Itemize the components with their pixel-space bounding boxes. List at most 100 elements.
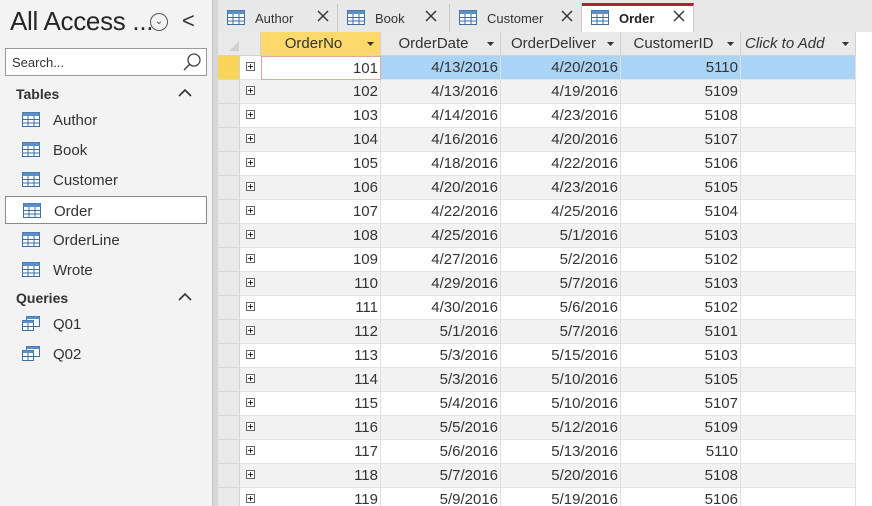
- dropdown-arrow-icon[interactable]: [842, 42, 849, 46]
- table-cell[interactable]: 103: [261, 104, 381, 128]
- table-cell[interactable]: 5/13/2016: [501, 440, 621, 464]
- column-header-orderdate[interactable]: OrderDate: [381, 32, 501, 56]
- click-to-add-cell[interactable]: [741, 440, 856, 464]
- select-all-button[interactable]: [218, 32, 261, 56]
- table-cell[interactable]: 5106: [621, 488, 741, 506]
- click-to-add-cell[interactable]: [741, 272, 856, 296]
- table-cell[interactable]: 107: [261, 200, 381, 224]
- table-cell[interactable]: 113: [261, 344, 381, 368]
- click-to-add-cell[interactable]: [741, 200, 856, 224]
- table-cell[interactable]: 5105: [621, 368, 741, 392]
- table-cell[interactable]: 106: [261, 176, 381, 200]
- expand-plus-icon[interactable]: [246, 230, 255, 239]
- click-to-add-cell[interactable]: [741, 248, 856, 272]
- table-row[interactable]: 112 5/1/2016 5/7/2016 5101: [218, 320, 856, 344]
- column-header-customerid[interactable]: CustomerID: [621, 32, 741, 56]
- row-selector[interactable]: [218, 176, 240, 200]
- row-selector[interactable]: [218, 368, 240, 392]
- expand-plus-icon[interactable]: [246, 206, 255, 215]
- nav-item-q02[interactable]: Q02: [5, 340, 207, 368]
- table-cell[interactable]: 5/12/2016: [501, 416, 621, 440]
- table-cell[interactable]: 5/6/2016: [501, 296, 621, 320]
- table-row[interactable]: 102 4/13/2016 4/19/2016 5109: [218, 80, 856, 104]
- row-selector[interactable]: [218, 464, 240, 488]
- table-cell[interactable]: 4/13/2016: [381, 56, 501, 80]
- table-cell[interactable]: 4/14/2016: [381, 104, 501, 128]
- table-cell[interactable]: 4/29/2016: [381, 272, 501, 296]
- nav-item-customer[interactable]: Customer: [5, 166, 207, 194]
- chevron-up-icon[interactable]: [178, 88, 192, 98]
- table-cell[interactable]: 5/1/2016: [501, 224, 621, 248]
- expand-plus-icon[interactable]: [246, 254, 255, 263]
- table-cell[interactable]: 112: [261, 320, 381, 344]
- column-header-orderdeliver[interactable]: OrderDeliver: [501, 32, 621, 56]
- row-selector[interactable]: [218, 344, 240, 368]
- row-selector[interactable]: [218, 416, 240, 440]
- table-cell[interactable]: 5103: [621, 272, 741, 296]
- table-cell[interactable]: 110: [261, 272, 381, 296]
- table-cell[interactable]: 5107: [621, 128, 741, 152]
- table-cell[interactable]: 5/10/2016: [501, 368, 621, 392]
- table-cell[interactable]: 5/2/2016: [501, 248, 621, 272]
- table-cell[interactable]: 5101: [621, 320, 741, 344]
- table-row[interactable]: 101 4/13/2016 4/20/2016 5110: [218, 56, 856, 80]
- dropdown-arrow-icon[interactable]: [607, 42, 614, 46]
- close-icon[interactable]: [424, 9, 438, 23]
- table-cell[interactable]: 4/27/2016: [381, 248, 501, 272]
- table-cell[interactable]: 5108: [621, 104, 741, 128]
- table-cell[interactable]: 5110: [621, 440, 741, 464]
- row-selector[interactable]: [218, 248, 240, 272]
- table-row[interactable]: 109 4/27/2016 5/2/2016 5102: [218, 248, 856, 272]
- row-selector[interactable]: [218, 80, 240, 104]
- table-cell[interactable]: 4/20/2016: [501, 128, 621, 152]
- table-cell[interactable]: 5102: [621, 248, 741, 272]
- table-cell[interactable]: 4/30/2016: [381, 296, 501, 320]
- table-row[interactable]: 110 4/29/2016 5/7/2016 5103: [218, 272, 856, 296]
- expand-plus-icon[interactable]: [246, 62, 255, 71]
- table-cell[interactable]: 4/16/2016: [381, 128, 501, 152]
- dropdown-arrow-icon[interactable]: [727, 42, 734, 46]
- tab-customer[interactable]: Customer: [450, 4, 582, 32]
- table-row[interactable]: 106 4/20/2016 4/23/2016 5105: [218, 176, 856, 200]
- table-cell[interactable]: 5/15/2016: [501, 344, 621, 368]
- column-header-click-to-add[interactable]: Click to Add: [741, 32, 856, 56]
- table-cell[interactable]: 5109: [621, 416, 741, 440]
- row-selector[interactable]: [218, 128, 240, 152]
- table-cell[interactable]: 5/6/2016: [381, 440, 501, 464]
- table-cell[interactable]: 5/3/2016: [381, 344, 501, 368]
- click-to-add-cell[interactable]: [741, 176, 856, 200]
- table-cell[interactable]: 5103: [621, 224, 741, 248]
- search-input[interactable]: [12, 53, 172, 71]
- table-cell[interactable]: 5/10/2016: [501, 392, 621, 416]
- nav-item-wrote[interactable]: Wrote: [5, 256, 207, 284]
- table-row[interactable]: 111 4/30/2016 5/6/2016 5102: [218, 296, 856, 320]
- table-row[interactable]: 114 5/3/2016 5/10/2016 5105: [218, 368, 856, 392]
- table-cell[interactable]: 102: [261, 80, 381, 104]
- table-cell[interactable]: 4/20/2016: [381, 176, 501, 200]
- table-cell[interactable]: 4/20/2016: [501, 56, 621, 80]
- click-to-add-cell[interactable]: [741, 392, 856, 416]
- search-icon[interactable]: [182, 52, 202, 72]
- row-selector[interactable]: [218, 104, 240, 128]
- nav-item-order[interactable]: Order: [5, 196, 207, 224]
- table-cell[interactable]: 119: [261, 488, 381, 506]
- table-cell[interactable]: 5/9/2016: [381, 488, 501, 506]
- column-header-orderno[interactable]: OrderNo: [261, 32, 381, 56]
- table-cell[interactable]: 5/19/2016: [501, 488, 621, 506]
- nav-group-header-queries[interactable]: Queries: [0, 288, 212, 310]
- row-selector[interactable]: [218, 488, 240, 506]
- table-row[interactable]: 117 5/6/2016 5/13/2016 5110: [218, 440, 856, 464]
- table-row[interactable]: 105 4/18/2016 4/22/2016 5106: [218, 152, 856, 176]
- table-row[interactable]: 115 5/4/2016 5/10/2016 5107: [218, 392, 856, 416]
- table-cell[interactable]: 5/3/2016: [381, 368, 501, 392]
- expand-plus-icon[interactable]: [246, 494, 255, 503]
- table-row[interactable]: 119 5/9/2016 5/19/2016 5106: [218, 488, 856, 506]
- table-cell[interactable]: 5107: [621, 392, 741, 416]
- table-cell[interactable]: 5108: [621, 464, 741, 488]
- click-to-add-cell[interactable]: [741, 368, 856, 392]
- row-selector[interactable]: [218, 200, 240, 224]
- expand-plus-icon[interactable]: [246, 350, 255, 359]
- tab-order[interactable]: Order: [582, 3, 694, 32]
- click-to-add-cell[interactable]: [741, 488, 856, 506]
- expand-plus-icon[interactable]: [246, 398, 255, 407]
